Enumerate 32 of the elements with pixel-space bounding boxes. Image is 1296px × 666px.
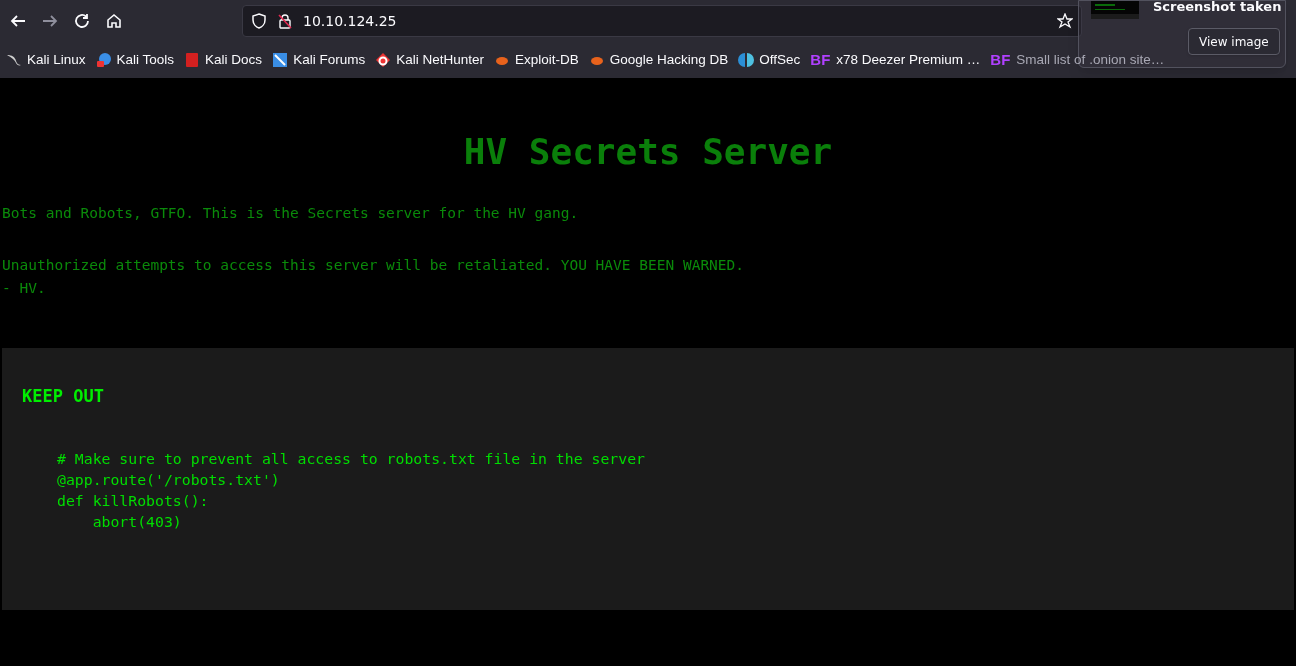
book-icon: [184, 52, 201, 68]
bookmark-item[interactable]: x78 Deezer Premium …: [836, 49, 981, 71]
panel-title: KEEP OUT: [22, 385, 105, 408]
bookmark-item[interactable]: Google Hacking DB: [588, 49, 729, 71]
forum-icon: [272, 52, 289, 68]
bookmark-item[interactable]: Kali Docs: [184, 49, 263, 71]
insecure-lock-icon[interactable]: [277, 13, 293, 29]
home-icon[interactable]: [105, 12, 123, 30]
paragraph: Unauthorized attempts to access this server will be retaliated. YOU HAVE BEEN WARNED. - HV.: [2, 256, 746, 298]
code-line: @app.route('/robots.txt'): [57, 469, 280, 490]
url-text: 10.10.124.25: [303, 11, 397, 31]
bookmark-item[interactable]: Kali Tools: [95, 49, 175, 71]
view-image-button[interactable]: View image: [1188, 28, 1280, 55]
paragraph: Bots and Robots, GTFO. This is the Secrets server for the HV gang.: [2, 204, 580, 223]
screenshot-thumbnail: [1091, 1, 1139, 19]
code-line: # Make sure to prevent all access to robots.txt file in the server: [57, 448, 645, 469]
bookmark-item[interactable]: Small list of .onion site…: [1016, 49, 1165, 71]
page-heading: HV Secrets Server: [462, 130, 834, 174]
code-line: abort(403): [91, 511, 182, 532]
favicon-text: BF: [990, 49, 1011, 70]
reload-icon[interactable]: [73, 12, 91, 30]
star-icon[interactable]: [1057, 13, 1073, 29]
code-line: def killRobots():: [57, 490, 209, 511]
notification-title: Screenshot taken: [1153, 0, 1282, 16]
address-bar[interactable]: 10.10.124.25: [242, 5, 1082, 37]
favicon-text: BF: [810, 49, 831, 70]
bookmark-item[interactable]: Kali Linux: [6, 49, 86, 71]
bookmark-item[interactable]: Kali NetHunter: [375, 49, 484, 71]
shield-icon[interactable]: [251, 13, 267, 29]
bookmark-item[interactable]: Kali Forums: [272, 49, 366, 71]
bookmark-item[interactable]: Exploit-DB: [493, 49, 579, 71]
bookmark-item[interactable]: OffSec: [738, 49, 801, 71]
